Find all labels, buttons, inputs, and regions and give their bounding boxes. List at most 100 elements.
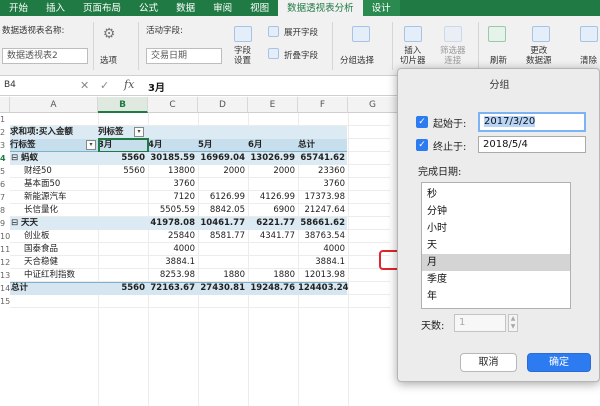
row-header[interactable]: 9 xyxy=(0,217,10,230)
value-cell[interactable] xyxy=(98,230,148,243)
option-quarters[interactable]: 季度 xyxy=(422,271,570,288)
row-header[interactable]: 6 xyxy=(0,178,10,191)
value-cell[interactable]: 8253.98 xyxy=(148,269,198,282)
value-cell[interactable]: 1880 xyxy=(198,269,248,282)
column-header-b[interactable]: B xyxy=(98,97,148,113)
field-settings-icon[interactable] xyxy=(234,26,252,42)
value-cell[interactable]: 6900 xyxy=(248,204,298,217)
value-cell[interactable]: 2000 xyxy=(248,165,298,178)
row-label[interactable]: 长信量化 xyxy=(24,204,98,217)
row-header[interactable]: 15 xyxy=(0,295,10,308)
clear-icon[interactable] xyxy=(580,26,598,42)
value-cell[interactable]: 16969.04 xyxy=(198,152,248,165)
row-label[interactable]: 国泰食品 xyxy=(24,243,98,256)
value-cell[interactable]: 124403.24 xyxy=(298,282,348,295)
row-label[interactable]: 创业板 xyxy=(24,230,98,243)
value-cell[interactable]: 72163.67 xyxy=(148,282,198,295)
value-cell[interactable]: 27430.81 xyxy=(198,282,248,295)
tab-design[interactable]: 设计 xyxy=(362,0,400,16)
enter-icon[interactable]: ✓ xyxy=(100,79,109,92)
row-label[interactable]: 财经50 xyxy=(24,165,98,178)
value-cell[interactable]: 65741.62 xyxy=(298,152,348,165)
value-cell[interactable]: 41978.08 xyxy=(148,217,198,230)
row-header[interactable]: 7 xyxy=(0,191,10,204)
value-cell[interactable]: 5560 xyxy=(98,165,148,178)
value-cell[interactable] xyxy=(98,269,148,282)
value-cell[interactable] xyxy=(98,256,148,269)
value-cell[interactable]: 21247.64 xyxy=(298,204,348,217)
pivot-name-input[interactable]: 数据透视表2 xyxy=(2,48,88,64)
value-cell[interactable]: 8842.05 xyxy=(198,204,248,217)
start-at-checkbox[interactable]: ✓ xyxy=(416,116,428,128)
option-hours[interactable]: 小时 xyxy=(422,220,570,237)
value-cell[interactable]: 19248.76 xyxy=(248,282,298,295)
value-cell[interactable] xyxy=(198,178,248,191)
row-header[interactable]: 11 xyxy=(0,243,10,256)
end-at-checkbox[interactable]: ✓ xyxy=(416,139,428,151)
value-cell[interactable] xyxy=(198,256,248,269)
value-cell[interactable]: 38763.54 xyxy=(298,230,348,243)
value-cell[interactable] xyxy=(198,243,248,256)
collapse-field-button[interactable]: 折叠字段 xyxy=(284,49,318,61)
insert-slicer-button[interactable]: 插入 切片器 xyxy=(400,46,426,66)
value-cell[interactable] xyxy=(98,191,148,204)
active-field-input[interactable]: 交易日期 xyxy=(146,48,222,64)
value-cell[interactable]: 30185.59 xyxy=(148,152,198,165)
column-header-e[interactable]: E xyxy=(248,97,298,113)
tab-home[interactable]: 开始 xyxy=(0,0,37,16)
row-header[interactable]: 2 xyxy=(0,126,10,139)
value-cell[interactable]: 12013.98 xyxy=(298,269,348,282)
expand-field-button[interactable]: 展开字段 xyxy=(284,26,318,38)
value-cell[interactable]: 13800 xyxy=(148,165,198,178)
row-header[interactable]: 8 xyxy=(0,204,10,217)
value-cell[interactable]: 4126.99 xyxy=(248,191,298,204)
cancel-button[interactable]: 取消 xyxy=(460,353,517,372)
value-cell[interactable]: 1880 xyxy=(248,269,298,282)
refresh-button[interactable]: 刷新 xyxy=(490,54,507,66)
value-cell[interactable]: 3760 xyxy=(298,178,348,191)
row-header[interactable]: 14 xyxy=(0,282,10,295)
value-cell[interactable]: 3884.1 xyxy=(148,256,198,269)
row-label[interactable]: 新能源汽车 xyxy=(24,191,98,204)
value-cell[interactable] xyxy=(248,256,298,269)
value-cell[interactable] xyxy=(98,178,148,191)
refresh-icon[interactable] xyxy=(488,26,506,42)
clear-button[interactable]: 清除 xyxy=(580,54,597,66)
month-header[interactable]: 总计 xyxy=(298,139,348,152)
option-seconds[interactable]: 秒 xyxy=(422,186,570,203)
row-label[interactable]: 天天 xyxy=(21,217,98,230)
gear-icon[interactable]: ⚙ xyxy=(100,26,118,42)
value-cell[interactable]: 3884.1 xyxy=(298,256,348,269)
row-header[interactable]: 3 xyxy=(0,139,10,152)
row-label[interactable]: 蚂蚁 xyxy=(21,152,98,165)
value-cell[interactable]: 13026.99 xyxy=(248,152,298,165)
tab-insert[interactable]: 插入 xyxy=(37,0,74,16)
column-header-c[interactable]: C xyxy=(148,97,198,113)
month-header[interactable]: 4月 xyxy=(148,139,198,152)
value-cell[interactable] xyxy=(98,204,148,217)
value-cell[interactable] xyxy=(248,243,298,256)
value-cell[interactable]: 7120 xyxy=(148,191,198,204)
value-cell[interactable]: 17373.98 xyxy=(298,191,348,204)
function-icon[interactable]: fx xyxy=(124,78,134,91)
column-header-g[interactable]: G xyxy=(348,97,398,113)
option-years[interactable]: 年 xyxy=(422,288,570,305)
value-cell[interactable]: 23360 xyxy=(298,165,348,178)
row-labels-header[interactable]: 行标签 xyxy=(10,139,98,152)
stepper-up-icon[interactable]: ▲ xyxy=(509,315,517,323)
row-header[interactable]: 1 xyxy=(0,113,10,126)
value-cell[interactable]: 5560 xyxy=(98,282,148,295)
tab-data[interactable]: 数据 xyxy=(167,0,204,16)
group-selection-button[interactable]: 分组选择 xyxy=(340,54,374,66)
row-label[interactable]: 基本面50 xyxy=(24,178,98,191)
filter-connections-button[interactable]: 筛选器 连接 xyxy=(440,46,466,66)
tab-review[interactable]: 审阅 xyxy=(204,0,241,16)
value-cell[interactable]: 6126.99 xyxy=(198,191,248,204)
column-header-d[interactable]: D xyxy=(198,97,248,113)
formula-input[interactable]: 3月 xyxy=(148,79,165,94)
value-cell[interactable]: 8581.77 xyxy=(198,230,248,243)
option-months[interactable]: 月 xyxy=(422,254,570,271)
row-header[interactable]: 13 xyxy=(0,269,10,282)
options-button[interactable]: 选项 xyxy=(100,54,117,66)
pivot-value-field-label[interactable]: 求和项:买入金额 xyxy=(10,126,98,139)
